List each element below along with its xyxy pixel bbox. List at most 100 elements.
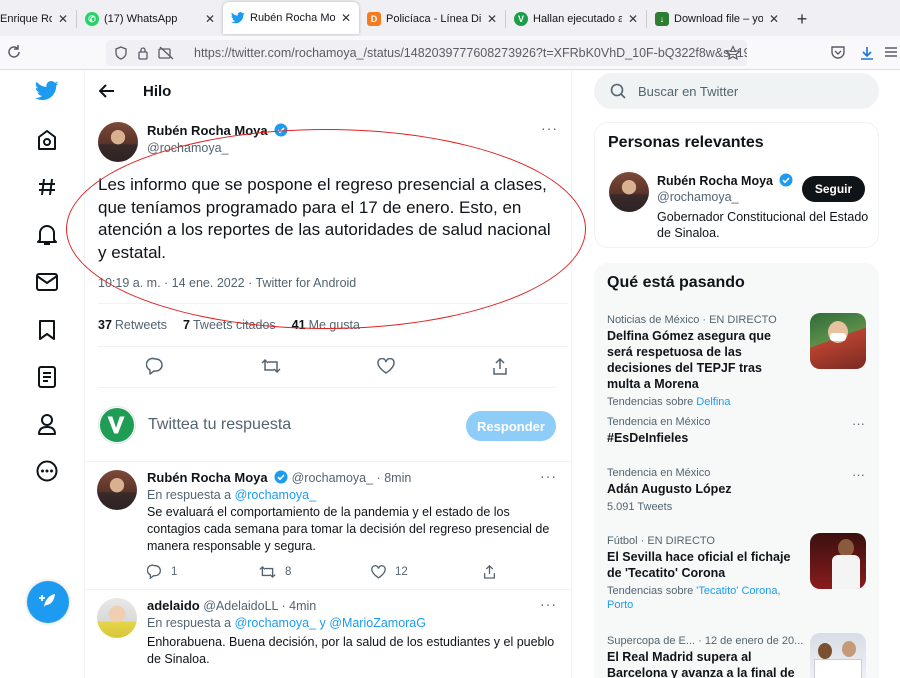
quotes-stat[interactable]: 7 Tweets citados [183,318,276,332]
trends-card: Qué está pasando Noticias de México · EN… [594,263,879,678]
retweet-icon[interactable] [261,358,281,379]
tab-title: Policíaca - Línea Direct [386,13,481,25]
trend-sub-prefix: Tendencias sobre [607,585,697,597]
share-icon [483,564,496,579]
more-dots-icon[interactable]: ··· [852,416,865,431]
reply-input[interactable]: Twittea tu respuesta [148,416,291,434]
trend-thumbnail[interactable] [810,533,866,589]
trend-item[interactable]: Tendencia en México #EsDeInfieles [607,416,867,446]
retweets-stat[interactable]: 37 Retweets [98,318,167,332]
close-icon[interactable]: ✕ [767,12,781,26]
search-box[interactable] [594,73,879,109]
close-icon[interactable]: ✕ [626,12,640,26]
twitter-logo-icon[interactable] [24,68,70,114]
reply-icon[interactable] [145,357,164,380]
compose-tweet-button[interactable] [27,581,69,623]
page-title: Hilo [143,82,172,100]
avatar[interactable] [609,172,649,212]
trend-item[interactable]: Supercopa de E... · 12 de enero de 20...… [607,635,807,678]
close-icon[interactable]: ✕ [339,11,353,25]
trend-link[interactable]: Delfina [696,396,730,408]
menu-icon[interactable] [884,45,898,59]
download-icon[interactable] [859,45,875,61]
more-options-icon[interactable] [24,448,70,494]
likes-stat[interactable]: 41 Me gusta [292,318,360,332]
more-dots-icon[interactable]: ··· [540,596,557,612]
back-arrow-icon[interactable] [95,84,119,98]
retweets-label: Retweets [114,318,168,332]
home-icon[interactable] [24,117,70,163]
trend-thumbnail[interactable] [810,633,866,678]
lists-icon[interactable] [24,354,70,400]
person-name[interactable]: Rubén Rocha Moya [657,173,793,188]
reply-button[interactable]: Responder [466,411,556,441]
trend-item[interactable]: Tendencia en México Adán Augusto López 5… [607,467,867,514]
trend-item[interactable]: Fútbol · EN DIRECTO El Sevilla hace ofic… [607,535,797,612]
avatar[interactable] [98,122,138,162]
reply-to-link[interactable]: @rochamoya_ [235,488,316,502]
retweet-action[interactable]: 8 [259,565,371,579]
reply-tweet[interactable]: Rubén Rocha Moya @rochamoya_ · 8min ··· … [85,462,571,590]
browser-tab[interactable]: Enrique Rodrig ✕ [0,2,76,36]
reply-to-link[interactable]: @rochamoya_ y @MarioZamoraG [235,616,426,630]
trend-category: Tendencia en México [607,467,711,479]
tweet-time[interactable]: · 4min [282,599,317,613]
trend-title: El Real Madrid supera al Barcelona y ava… [607,650,795,678]
url-text[interactable]: https://twitter.com/rochamoya_/status/14… [194,46,747,60]
search-input[interactable] [638,83,858,99]
tweet-timestamp[interactable]: 10:19 a. m. · 14 ene. 2022 · Twitter for… [98,276,356,290]
browser-tab[interactable]: D Policíaca - Línea Direct ✕ [359,2,505,36]
browser-tab-active[interactable]: Rubén Rocha Moya en ✕ [223,2,359,34]
close-icon[interactable]: ✕ [56,12,70,26]
trend-thumbnail[interactable] [810,313,866,369]
avatar[interactable] [97,470,137,510]
url-bar[interactable]: https://twitter.com/rochamoya_/status/14… [106,40,747,66]
close-icon[interactable]: ✕ [203,12,217,26]
browser-tab[interactable]: ✆ (17) WhatsApp ✕ [77,2,223,36]
reply-tweet[interactable]: adelaido @AdelaidoLL · 4min ··· En respu… [85,590,571,678]
trend-item[interactable]: Noticias de México · EN DIRECTO Delfina … [607,314,797,409]
tweet-time[interactable]: · 8min [377,471,412,485]
close-icon[interactable]: ✕ [485,12,499,26]
more-dots-icon[interactable]: ··· [540,468,557,484]
share-icon[interactable] [492,357,508,380]
author-handle[interactable]: @rochamoya_ [657,190,738,204]
profile-icon[interactable] [24,401,70,447]
trend-subtitle: 5.091 Tweets [607,501,673,513]
search-icon [610,83,626,99]
tweet-text: Se evaluará el comportamiento de la pand… [147,505,550,553]
twitter-sidebar [0,70,84,678]
more-dots-icon[interactable]: ··· [852,467,865,482]
follow-button[interactable]: Seguir [802,176,865,202]
trend-subtitle: Tendencias sobre 'Tecatito' Corona, Port… [607,584,797,612]
bookmarks-icon[interactable] [24,307,70,353]
explore-hashtag-icon[interactable] [24,164,70,210]
shield-icon[interactable] [114,46,128,60]
avatar[interactable] [98,406,136,444]
share-action[interactable] [483,564,595,579]
reply-action[interactable]: 1 [147,564,259,579]
pocket-icon[interactable] [830,45,846,60]
author-handle[interactable]: @rochamoya_ [147,141,228,155]
messages-mail-icon[interactable] [24,259,70,305]
notifications-bell-icon[interactable] [24,212,70,258]
browser-tab[interactable]: ↓ Download file – your c ✕ [647,2,787,36]
lock-icon[interactable] [136,46,150,60]
permissions-icon[interactable] [158,46,174,60]
reload-icon[interactable] [6,44,22,60]
author-name[interactable]: Rubén Rocha Moya [147,470,268,485]
author-name[interactable]: adelaido [147,598,200,613]
like-action[interactable]: 12 [371,564,483,579]
user-logo-icon [99,407,135,443]
like-heart-icon[interactable] [377,357,395,379]
new-tab-button[interactable]: + [787,2,817,36]
reply-icon [147,564,161,579]
author-handle[interactable]: @rochamoya_ [292,471,373,485]
browser-tab[interactable]: V Hallan ejecutado a un ✕ [506,2,646,36]
browser-tab-bar: Enrique Rodrig ✕ ✆ (17) WhatsApp ✕ Rubén… [0,0,900,36]
author-handle[interactable]: @AdelaidoLL [203,599,278,613]
avatar[interactable] [97,598,137,638]
more-dots-icon[interactable]: ··· [541,120,558,136]
bookmark-star-icon[interactable] [725,45,741,61]
tweet-author[interactable]: Rubén Rocha Moya [147,123,288,138]
